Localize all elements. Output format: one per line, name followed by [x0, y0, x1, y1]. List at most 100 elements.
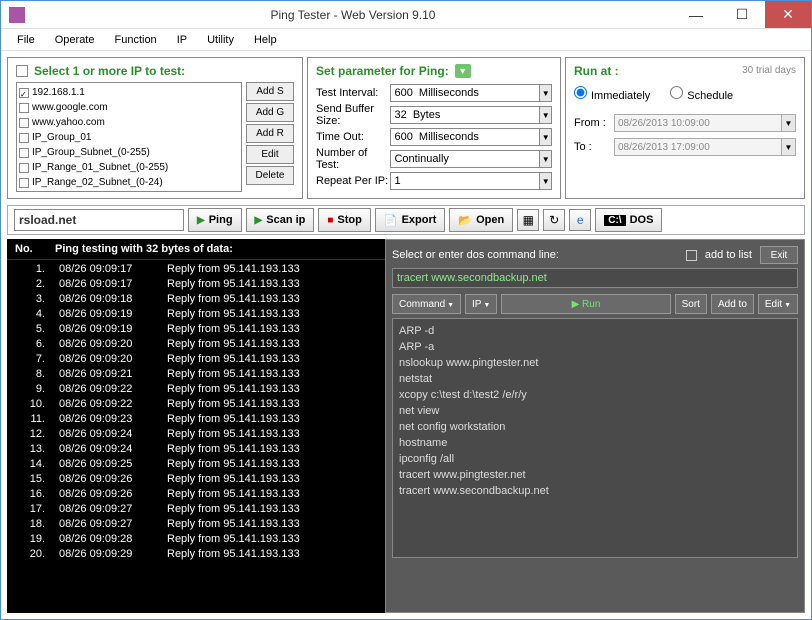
param-input[interactable] — [390, 128, 540, 146]
list-item[interactable]: IP_Group_01 — [19, 130, 239, 145]
ie-icon[interactable]: e — [569, 209, 591, 231]
param-row: Number of Test:▼ — [316, 148, 552, 170]
select-all-checkbox[interactable] — [16, 65, 28, 77]
maximize-button[interactable]: ☐ — [719, 1, 765, 28]
run-panel: Run at : 30 trial days Immediately Schedu… — [565, 57, 805, 199]
exit-button[interactable]: Exit — [760, 246, 798, 264]
app-icon — [9, 7, 25, 23]
window-title: Ping Tester - Web Version 9.10 — [33, 8, 673, 22]
run-button[interactable]: ▶ Run — [501, 294, 670, 314]
command-item[interactable]: netstat — [399, 371, 791, 387]
param-input[interactable] — [390, 172, 540, 190]
results-panel: No. Ping testing with 32 bytes of data: … — [7, 239, 805, 613]
command-input[interactable] — [392, 268, 798, 288]
command-item[interactable]: net config workstation — [399, 419, 791, 435]
list-item[interactable]: 192.168.1.1 — [19, 85, 239, 100]
from-label: From : — [574, 117, 614, 129]
list-item[interactable]: www.yahoo.com — [19, 115, 239, 130]
panel3-title: Run at : — [574, 64, 619, 78]
close-button[interactable]: ✕ — [765, 1, 811, 28]
menu-file[interactable]: File — [7, 34, 45, 46]
checkbox-icon[interactable] — [19, 178, 29, 188]
checkbox-icon[interactable] — [19, 163, 29, 173]
command-item[interactable]: tracert www.pingtester.net — [399, 467, 791, 483]
open-button[interactable]: 📂Open — [449, 208, 513, 232]
chevron-down-icon[interactable]: ▼ — [782, 114, 796, 132]
add-g-button[interactable]: Add G — [246, 103, 294, 122]
chevron-down-icon[interactable]: ▼ — [540, 128, 552, 146]
command-item[interactable]: tracert www.secondbackup.net — [399, 483, 791, 499]
edit-dropdown[interactable]: Edit — [758, 294, 798, 314]
scan-button[interactable]: ▶Scan ip — [246, 208, 315, 232]
radio-schedule[interactable]: Schedule — [670, 86, 733, 102]
checkbox-icon[interactable] — [19, 103, 29, 113]
command-item[interactable]: hostname — [399, 435, 791, 451]
add-to-list-checkbox[interactable] — [686, 250, 697, 261]
dos-button[interactable]: C:\DOS — [595, 208, 662, 232]
chevron-down-icon[interactable]: ▼ — [540, 172, 552, 190]
ip-select-panel: Select 1 or more IP to test: 192.168.1.1… — [7, 57, 303, 199]
param-row: Send Buffer Size:▼ — [316, 104, 552, 126]
export-button[interactable]: 📄Export — [375, 208, 446, 232]
command-item[interactable]: nslookup www.pingtester.net — [399, 355, 791, 371]
ip-dropdown[interactable]: IP — [465, 294, 497, 314]
export-icon: 📄 — [384, 214, 398, 227]
command-item[interactable]: xcopy c:\test d:\test2 /e/r/y — [399, 387, 791, 403]
list-item[interactable]: IP_Range_01_Subnet_(0-255) — [19, 160, 239, 175]
panel2-title: Set parameter for Ping: — [316, 64, 449, 78]
checkbox-icon[interactable] — [19, 148, 29, 158]
add-s-button[interactable]: Add S — [246, 82, 294, 101]
chevron-down-icon[interactable]: ▼ — [455, 64, 471, 78]
list-item[interactable]: www.google.com — [19, 100, 239, 115]
refresh-icon[interactable]: ↻ — [543, 209, 565, 231]
param-row: Repeat Per IP:▼ — [316, 170, 552, 192]
cmd-label: Select or enter dos command line: — [392, 249, 678, 261]
command-item[interactable]: ARP -a — [399, 339, 791, 355]
dos-command-panel: Select or enter dos command line: add to… — [385, 239, 805, 613]
dos-icon: C:\ — [604, 215, 625, 226]
command-dropdown[interactable]: Command — [392, 294, 461, 314]
radio-immediately[interactable]: Immediately — [574, 86, 650, 102]
add-r-button[interactable]: Add R — [246, 124, 294, 143]
stop-button[interactable]: ■Stop — [318, 208, 371, 232]
chevron-down-icon[interactable]: ▼ — [540, 106, 552, 124]
main-window: Ping Tester - Web Version 9.10 — ☐ ✕ Fil… — [0, 0, 812, 620]
to-datetime[interactable] — [614, 138, 782, 156]
menu-utility[interactable]: Utility — [197, 34, 244, 46]
command-item[interactable]: net view — [399, 403, 791, 419]
titlebar: Ping Tester - Web Version 9.10 — ☐ ✕ — [1, 1, 811, 29]
command-list[interactable]: ARP -dARP -anslookup www.pingtester.netn… — [392, 318, 798, 558]
menu-operate[interactable]: Operate — [45, 34, 105, 46]
edit-button[interactable]: Edit — [246, 145, 294, 164]
param-input[interactable] — [390, 84, 540, 102]
chevron-down-icon[interactable]: ▼ — [782, 138, 796, 156]
chevron-down-icon[interactable]: ▼ — [540, 150, 552, 168]
param-input[interactable] — [390, 150, 540, 168]
minimize-button[interactable]: — — [673, 1, 719, 28]
tile-icon[interactable]: ▦ — [517, 209, 539, 231]
ping-param-panel: Set parameter for Ping:▼ Test Interval:▼… — [307, 57, 561, 199]
param-input[interactable] — [390, 106, 540, 124]
trial-label: 30 trial days — [742, 65, 796, 76]
host-input[interactable] — [14, 209, 184, 231]
ping-button[interactable]: ▶Ping — [188, 208, 242, 232]
list-item[interactable]: IP_Range_02_Subnet_(0-24) — [19, 175, 239, 190]
ip-list[interactable]: 192.168.1.1www.google.comwww.yahoo.comIP… — [16, 82, 242, 192]
checkbox-icon[interactable] — [19, 118, 29, 128]
from-datetime[interactable] — [614, 114, 782, 132]
checkbox-icon[interactable] — [19, 88, 29, 98]
list-item[interactable]: IP_Group_Subnet_(0-255) — [19, 145, 239, 160]
to-label: To : — [574, 141, 614, 153]
addto-button[interactable]: Add to — [711, 294, 754, 314]
folder-icon: 📂 — [458, 214, 472, 227]
checkbox-icon[interactable] — [19, 133, 29, 143]
sort-button[interactable]: Sort — [675, 294, 707, 314]
menu-ip[interactable]: IP — [167, 34, 197, 46]
menu-help[interactable]: Help — [244, 34, 287, 46]
command-item[interactable]: ARP -d — [399, 323, 791, 339]
delete-button[interactable]: Delete — [246, 166, 294, 185]
command-item[interactable]: ipconfig /all — [399, 451, 791, 467]
chevron-down-icon[interactable]: ▼ — [540, 84, 552, 102]
col-no: No. — [15, 243, 55, 255]
menu-function[interactable]: Function — [104, 34, 166, 46]
